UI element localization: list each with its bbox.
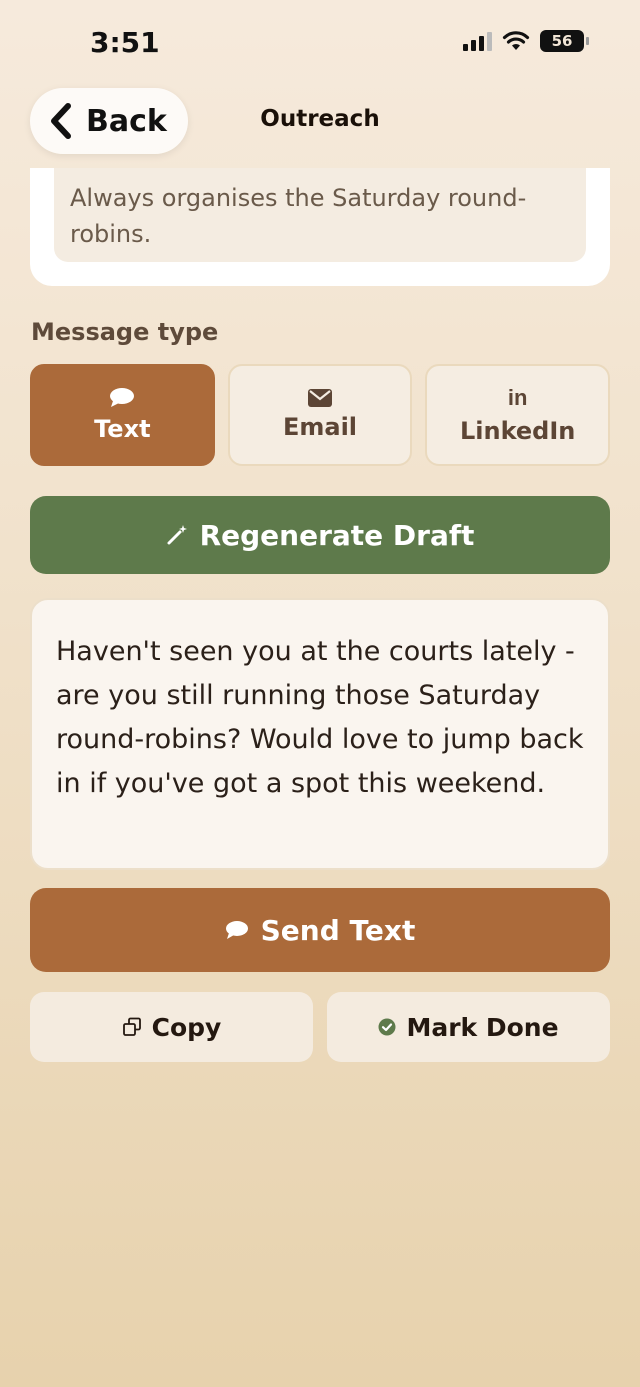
battery-icon: 56: [540, 30, 589, 52]
battery-level: 56: [551, 32, 573, 50]
message-type-linkedin[interactable]: in LinkedIn: [425, 364, 611, 466]
copy-icon: [122, 1017, 141, 1036]
draft-message-text: Haven't seen you at the courts lately - …: [56, 636, 584, 799]
copy-label: Copy: [151, 1012, 222, 1042]
send-text-button[interactable]: Send Text: [30, 888, 610, 972]
mark-done-label: Mark Done: [406, 1012, 559, 1042]
message-type-text[interactable]: Text: [30, 364, 215, 466]
status-bar: 3:51 56: [0, 0, 640, 90]
status-time: 3:51: [90, 26, 160, 59]
contact-note-text: Always organises the Saturday round-robi…: [70, 184, 527, 248]
message-type-linkedin-label: LinkedIn: [459, 417, 576, 445]
message-type-email-label: Email: [282, 413, 358, 441]
magic-wand-icon: [167, 525, 187, 545]
mark-done-button[interactable]: Mark Done: [327, 992, 610, 1062]
regenerate-draft-label: Regenerate Draft: [199, 518, 475, 552]
send-text-label: Send Text: [260, 913, 416, 947]
chat-bubble-icon: [225, 921, 248, 939]
contact-note: Always organises the Saturday round-robi…: [54, 168, 586, 262]
copy-button[interactable]: Copy: [30, 992, 313, 1062]
secondary-actions: Copy Mark Done: [30, 992, 610, 1062]
chat-bubble-icon: [110, 388, 135, 407]
contact-note-card: Always organises the Saturday round-robi…: [30, 168, 610, 286]
page-title: Outreach: [260, 106, 380, 132]
message-type-email[interactable]: Email: [227, 364, 413, 466]
check-circle-icon: [378, 1018, 396, 1036]
message-type-label: Message type: [31, 318, 219, 346]
wifi-icon: [502, 31, 530, 50]
envelope-icon: [308, 389, 332, 407]
signal-icon: [463, 31, 492, 51]
message-type-text-label: Text: [94, 415, 151, 443]
status-icons: 56: [463, 30, 589, 52]
regenerate-draft-button[interactable]: Regenerate Draft: [30, 496, 610, 574]
message-type-selector: Text Email in LinkedIn: [30, 364, 611, 466]
linkedin-icon: in: [507, 385, 528, 410]
draft-message-field[interactable]: Haven't seen you at the courts lately - …: [30, 598, 610, 870]
